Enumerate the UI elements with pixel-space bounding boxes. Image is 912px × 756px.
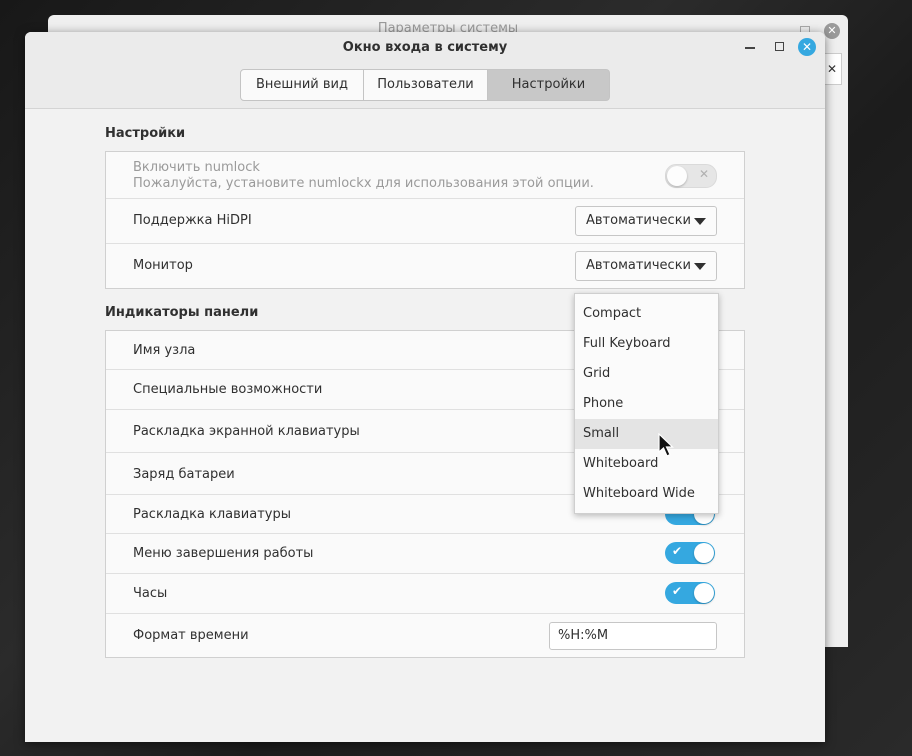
keyboard-layout-dropdown: Compact Full Keyboard Grid Phone Small W…: [574, 293, 719, 514]
close-icon[interactable]: ✕: [798, 38, 816, 56]
close-icon[interactable]: ✕: [824, 23, 840, 39]
hidpi-value: Автоматически: [586, 213, 692, 228]
check-icon: ✔: [672, 544, 683, 558]
mouse-pointer-icon: [658, 433, 674, 457]
monitor-value: Автоматически: [586, 258, 692, 273]
numlock-note: Пожалуйста, установите numlockx для испо…: [133, 176, 594, 191]
numlock-label: Включить numlock: [133, 160, 260, 175]
monitor-combo[interactable]: Автоматически: [575, 251, 717, 281]
indicator-label: Меню завершения работы: [133, 546, 314, 561]
tab-settings[interactable]: Настройки: [487, 69, 610, 101]
chevron-down-icon: [694, 218, 706, 225]
settings-section-title: Настройки: [105, 126, 186, 141]
indicators-section-title: Индикаторы панели: [105, 305, 259, 320]
dropdown-option[interactable]: Whiteboard Wide: [575, 479, 718, 509]
numlock-row: Включить numlock Пожалуйста, установите …: [106, 152, 744, 199]
time-format-label: Формат времени: [133, 628, 249, 643]
shutdown-menu-switch[interactable]: ✔: [665, 542, 715, 564]
switch-knob: [694, 583, 714, 603]
tab-bar: Внешний вид Пользователи Настройки: [240, 69, 610, 101]
check-icon: ✔: [672, 584, 683, 598]
dropdown-option[interactable]: Full Keyboard: [575, 329, 718, 359]
dropdown-option-highlighted[interactable]: Small: [575, 419, 718, 449]
monitor-row: Монитор Автоматически: [106, 244, 744, 288]
time-format-input[interactable]: %H:%M: [549, 622, 717, 650]
tab-appearance[interactable]: Внешний вид: [240, 69, 364, 101]
maximize-icon[interactable]: [775, 42, 784, 51]
hidpi-combo[interactable]: Автоматически: [575, 206, 717, 236]
dropdown-option[interactable]: Compact: [575, 299, 718, 329]
numlock-switch: ✕: [665, 164, 717, 188]
indicator-label: Раскладка экранной клавиатуры: [133, 424, 360, 439]
settings-frame: Включить numlock Пожалуйста, установите …: [105, 151, 745, 289]
indicator-label: Специальные возможности: [133, 382, 323, 397]
dropdown-option[interactable]: Whiteboard: [575, 449, 718, 479]
indicator-row-clock: Часы ✔: [106, 574, 744, 614]
dropdown-option[interactable]: Grid: [575, 359, 718, 389]
hidpi-label: Поддержка HiDPI: [133, 213, 252, 228]
indicator-label: Часы: [133, 586, 168, 601]
hidpi-row: Поддержка HiDPI Автоматически: [106, 199, 744, 244]
tab-users[interactable]: Пользователи: [363, 69, 488, 101]
indicator-label: Имя узла: [133, 343, 196, 358]
clock-switch[interactable]: ✔: [665, 582, 715, 604]
dropdown-option[interactable]: Phone: [575, 389, 718, 419]
titlebar: Окно входа в систему ✕ Внешний вид Польз…: [25, 32, 825, 109]
chevron-down-icon: [694, 263, 706, 270]
indicator-row-shutdown-menu: Меню завершения работы ✔: [106, 534, 744, 574]
minimize-icon[interactable]: [745, 47, 755, 49]
indicator-label: Раскладка клавиатуры: [133, 507, 292, 522]
time-format-row: Формат времени %H:%M: [106, 614, 744, 657]
switch-knob: [694, 543, 714, 563]
window-title: Окно входа в систему: [342, 40, 508, 55]
switch-off-icon: ✕: [699, 167, 710, 181]
clear-search-icon[interactable]: ✕: [822, 53, 842, 85]
monitor-label: Монитор: [133, 258, 193, 273]
switch-knob: [667, 166, 687, 186]
indicator-label: Заряд батареи: [133, 467, 235, 482]
time-format-value: %H:%M: [558, 628, 609, 643]
